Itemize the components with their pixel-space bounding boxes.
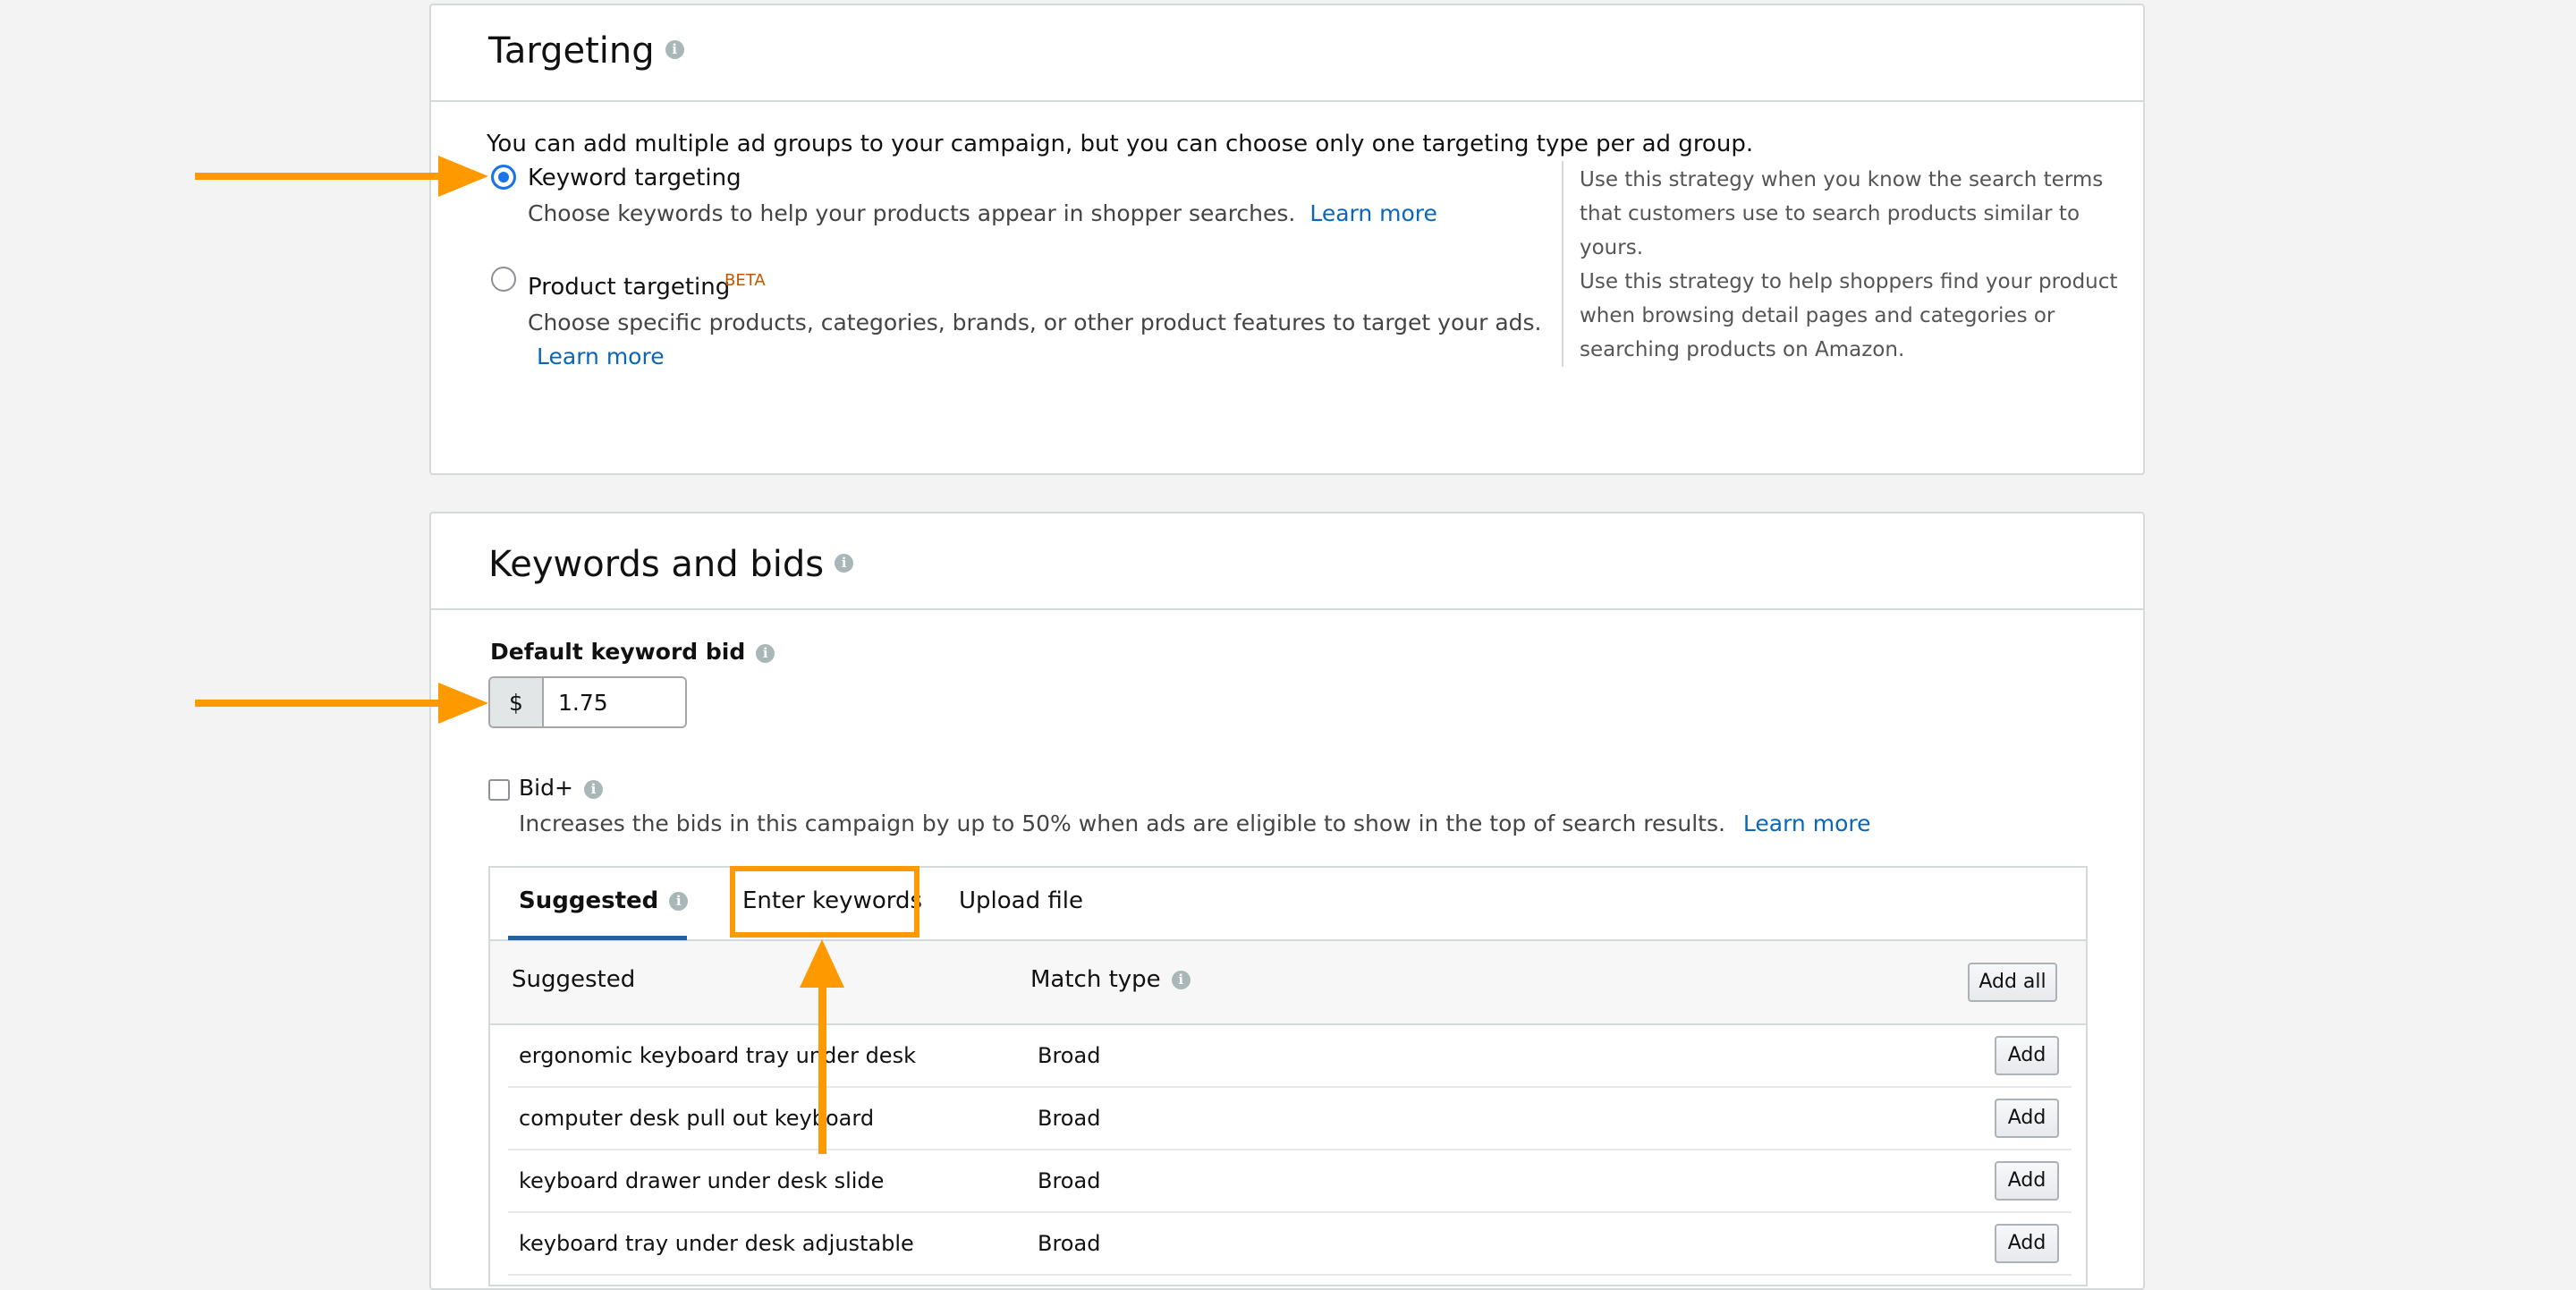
arrow-right-icon xyxy=(195,156,488,197)
arrow-right-icon xyxy=(195,683,488,724)
arrow-up-icon xyxy=(800,939,844,1154)
annotation-arrows xyxy=(195,156,844,1154)
